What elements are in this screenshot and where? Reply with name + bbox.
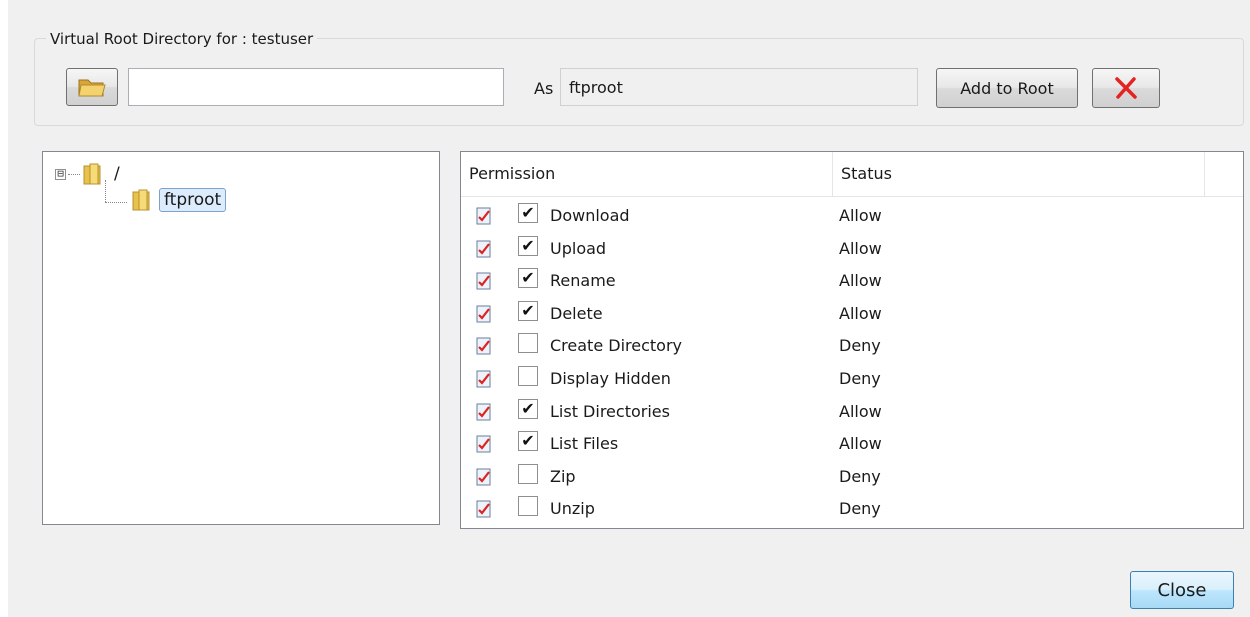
permission-row[interactable]: Display Hidden Deny bbox=[461, 362, 1243, 395]
permission-checkbox[interactable] bbox=[518, 496, 538, 517]
permission-name: Rename bbox=[550, 271, 616, 291]
as-label: As bbox=[534, 79, 554, 98]
permission-checkbox[interactable] bbox=[518, 463, 538, 484]
alias-input[interactable] bbox=[560, 68, 918, 106]
column-header-status[interactable]: Status bbox=[833, 152, 1205, 196]
permission-name: Download bbox=[550, 206, 630, 225]
permission-status: Allow bbox=[839, 206, 882, 225]
permission-checkbox[interactable]: ✔ bbox=[518, 300, 538, 321]
dialog-window: Virtual Root Directory for : testuser As… bbox=[8, 0, 1250, 617]
tree-node-ftproot-label: ftproot bbox=[159, 188, 227, 212]
permission-rows: ✔ Download Allow ✔ Upload Allow ✔ Rename… bbox=[461, 199, 1243, 525]
path-input[interactable] bbox=[128, 68, 504, 106]
permission-status: Allow bbox=[839, 303, 882, 323]
tree-node-root-label: / bbox=[114, 164, 120, 184]
close-button[interactable]: Close bbox=[1130, 571, 1234, 609]
group-legend: Virtual Root Directory for : testuser bbox=[46, 30, 318, 48]
add-to-root-button[interactable]: Add to Root bbox=[936, 68, 1078, 108]
permission-list[interactable]: Permission Status ✔ Download Allow ✔ Upl… bbox=[460, 151, 1244, 529]
checklist-icon bbox=[476, 370, 491, 388]
folder-icon bbox=[83, 163, 101, 185]
permission-row[interactable]: ✔ List Directories Allow bbox=[461, 395, 1243, 428]
permission-checkbox[interactable]: ✔ bbox=[518, 235, 538, 256]
permission-name: Unzip bbox=[550, 499, 595, 519]
permission-status: Deny bbox=[839, 336, 881, 356]
checklist-icon bbox=[476, 272, 491, 290]
permission-row[interactable]: ✔ Upload Allow bbox=[461, 232, 1243, 265]
permission-status: Allow bbox=[839, 238, 882, 258]
permission-checkbox[interactable] bbox=[518, 365, 538, 386]
permission-name: List Files bbox=[550, 434, 619, 454]
permission-status: Allow bbox=[839, 434, 882, 454]
permission-row[interactable]: ✔ Delete Allow bbox=[461, 297, 1243, 330]
tree-node-ftproot[interactable]: ftproot bbox=[131, 188, 227, 212]
remove-button[interactable] bbox=[1092, 68, 1160, 108]
permission-checkbox[interactable]: ✔ bbox=[518, 268, 538, 289]
permission-row[interactable]: Zip Deny bbox=[461, 460, 1243, 493]
permission-checkbox[interactable]: ✔ bbox=[518, 398, 538, 419]
tree-connector-horizontal bbox=[105, 202, 127, 203]
permission-checkbox[interactable]: ✔ bbox=[518, 203, 538, 223]
tree-node-root[interactable]: ⊟ / bbox=[55, 162, 120, 186]
checklist-icon bbox=[476, 435, 491, 453]
permission-list-header: Permission Status bbox=[461, 152, 1243, 197]
collapse-toggle-icon[interactable]: ⊟ bbox=[55, 168, 66, 180]
permission-name: List Directories bbox=[550, 401, 670, 421]
checklist-icon bbox=[476, 207, 491, 225]
folder-open-icon bbox=[78, 79, 106, 97]
folder-icon bbox=[132, 189, 150, 211]
close-button-label: Close bbox=[1157, 579, 1207, 601]
red-x-icon bbox=[1115, 77, 1137, 99]
permission-row[interactable]: ✔ Download Allow bbox=[461, 199, 1243, 232]
tree-connector-vertical bbox=[105, 180, 106, 202]
checklist-icon bbox=[476, 468, 491, 486]
permission-status: Deny bbox=[839, 499, 881, 519]
directory-tree[interactable]: ⊟ / ftproot bbox=[42, 151, 440, 525]
checklist-icon bbox=[476, 403, 491, 421]
checklist-icon bbox=[476, 337, 491, 355]
permission-status: Allow bbox=[839, 401, 882, 421]
permission-status: Allow bbox=[839, 271, 882, 291]
permission-name: Zip bbox=[550, 466, 576, 486]
permission-status: Deny bbox=[839, 368, 881, 388]
permission-name: Display Hidden bbox=[550, 368, 671, 388]
permission-name: Delete bbox=[550, 303, 603, 323]
checklist-icon bbox=[476, 500, 491, 518]
permission-name: Create Directory bbox=[550, 336, 682, 356]
column-header-permission[interactable]: Permission bbox=[461, 152, 833, 196]
permission-row[interactable]: Unzip Deny bbox=[461, 492, 1243, 525]
permission-row[interactable]: ✔ Rename Allow bbox=[461, 264, 1243, 297]
add-to-root-label: Add to Root bbox=[960, 78, 1054, 98]
permission-row[interactable]: Create Directory Deny bbox=[461, 329, 1243, 362]
checklist-icon bbox=[476, 305, 491, 323]
permission-checkbox[interactable]: ✔ bbox=[518, 431, 538, 452]
permission-checkbox[interactable] bbox=[518, 333, 538, 354]
tree-connector bbox=[68, 173, 80, 175]
permission-status: Deny bbox=[839, 466, 881, 486]
browse-folder-button[interactable] bbox=[66, 68, 118, 106]
permission-row[interactable]: ✔ List Files Allow bbox=[461, 427, 1243, 460]
permission-name: Upload bbox=[550, 238, 607, 258]
checklist-icon bbox=[476, 240, 491, 258]
